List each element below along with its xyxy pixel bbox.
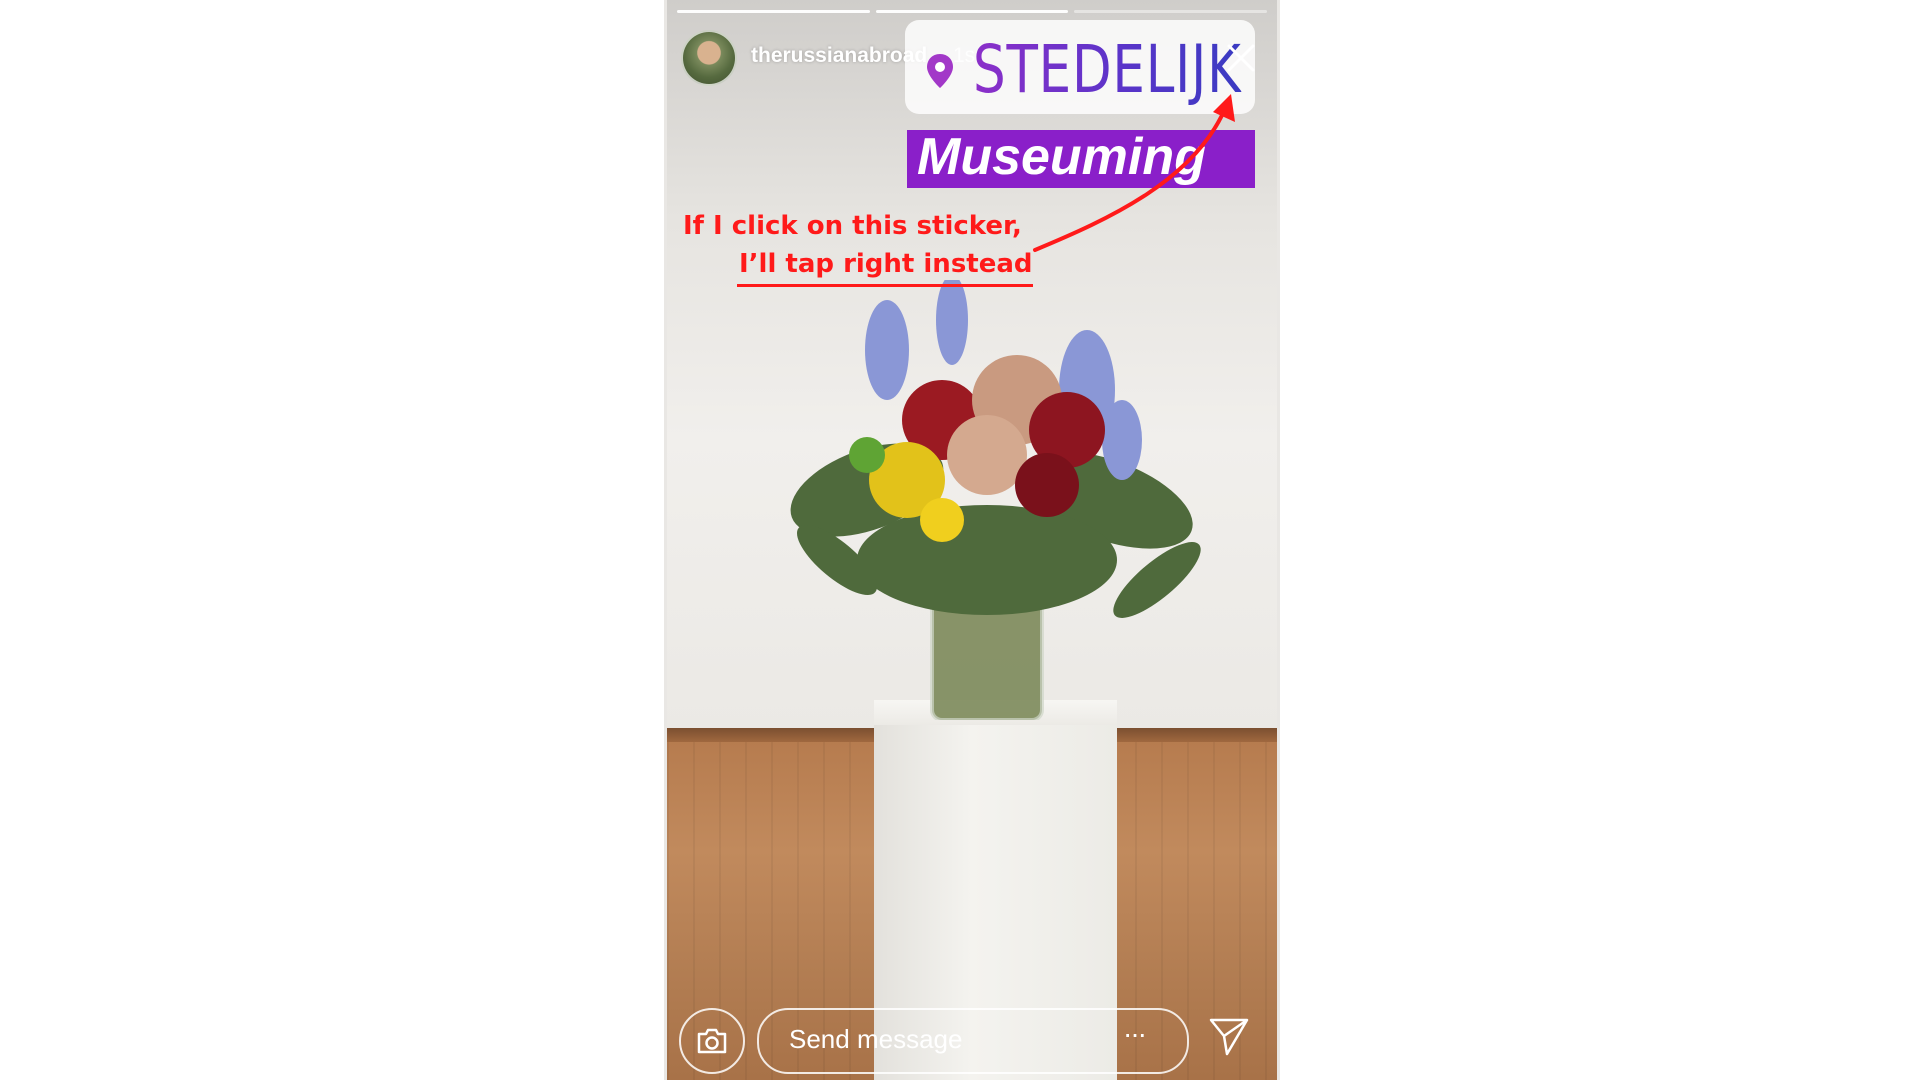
annotation-arrow-icon — [1033, 94, 1235, 252]
more-options-icon[interactable]: ··· — [1123, 1018, 1147, 1050]
story-viewer[interactable]: therussianabroad 1s STEDELIJK Museuming … — [664, 0, 1280, 1080]
progress-segment — [1074, 10, 1268, 13]
story-progress — [677, 10, 1268, 13]
camera-icon — [697, 1028, 727, 1054]
progress-segment — [875, 10, 1069, 13]
send-icon[interactable] — [1207, 1014, 1251, 1058]
avatar[interactable] — [681, 30, 737, 86]
camera-button[interactable] — [679, 1008, 745, 1074]
close-icon[interactable] — [1225, 42, 1257, 74]
progress-segment — [677, 10, 870, 13]
username[interactable]: therussianabroad — [751, 44, 927, 68]
annotation-line-2: I’ll tap right instead — [739, 249, 1033, 279]
annotation-underline — [737, 284, 1033, 287]
location-pin-icon — [927, 54, 953, 88]
annotation-line-1: If I click on this sticker, — [683, 211, 1022, 241]
flower-bouquet-image — [790, 280, 1201, 720]
message-input-placeholder[interactable]: Send message — [789, 1022, 962, 1056]
